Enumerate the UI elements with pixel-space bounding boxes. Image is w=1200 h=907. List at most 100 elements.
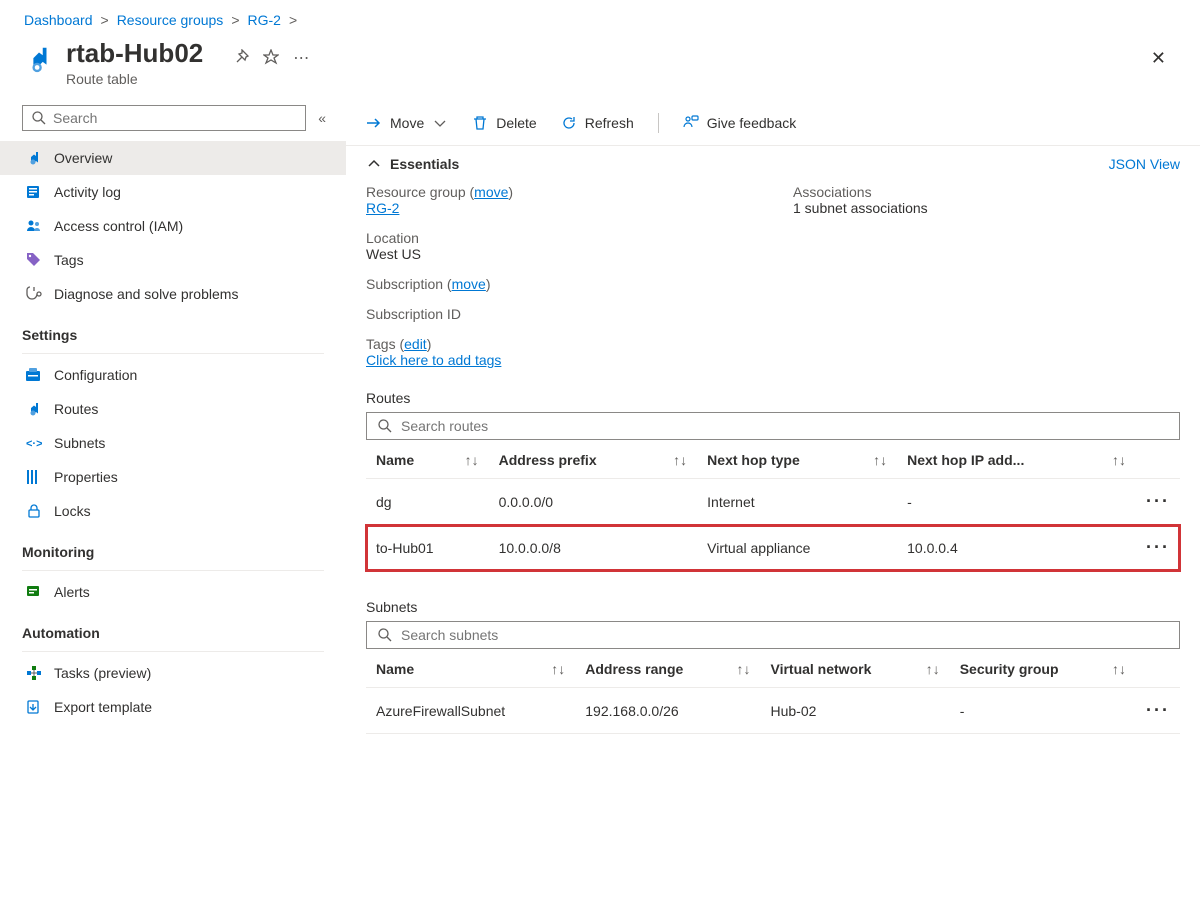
sidebar-item-label: Routes — [54, 401, 98, 417]
svg-text:<·>: <·> — [26, 438, 42, 450]
routes-col-hopip[interactable]: Next hop IP add...↑↓ — [897, 442, 1136, 479]
table-row[interactable]: dg 0.0.0.0/0 Internet - ··· — [366, 479, 1180, 525]
chevron-up-icon — [366, 156, 382, 172]
access-control-icon — [26, 218, 42, 234]
delete-button[interactable]: Delete — [472, 115, 536, 131]
sidebar-item-label: Diagnose and solve problems — [54, 286, 238, 302]
tasks-icon — [26, 665, 42, 681]
sidebar-search-input[interactable] — [53, 110, 297, 126]
overview-icon — [26, 150, 42, 166]
subnets-col-sg[interactable]: Security group↑↓ — [950, 651, 1136, 688]
sidebar-item-diagnose[interactable]: Diagnose and solve problems — [0, 277, 346, 311]
routes-col-prefix[interactable]: Address prefix↑↓ — [489, 442, 698, 479]
collapse-sidebar-icon[interactable]: « — [314, 106, 330, 130]
tags-icon — [26, 252, 42, 268]
breadcrumb: Dashboard > Resource groups > RG-2 > — [0, 0, 1200, 32]
chevron-right-icon: > — [289, 12, 297, 28]
sidebar-item-locks[interactable]: Locks — [0, 494, 346, 528]
sidebar-item-label: Configuration — [54, 367, 137, 383]
sidebar-item-label: Alerts — [54, 584, 90, 600]
subnets-search[interactable] — [366, 621, 1180, 649]
diagnose-icon — [26, 286, 42, 302]
row-menu-button[interactable]: ··· — [1136, 688, 1180, 734]
sidebar-item-label: Tasks (preview) — [54, 665, 151, 681]
sidebar-item-label: Subnets — [54, 435, 105, 451]
table-row[interactable]: AzureFirewallSubnet 192.168.0.0/26 Hub-0… — [366, 688, 1180, 734]
more-icon[interactable]: ⋯ — [293, 48, 309, 68]
sidebar-section-monitoring: Monitoring — [0, 528, 346, 566]
ess-value-location: West US — [366, 246, 753, 262]
sidebar-item-label: Properties — [54, 469, 118, 485]
alerts-icon — [26, 584, 42, 600]
ess-label-associations: Associations — [793, 184, 1180, 200]
move-link-2[interactable]: move — [452, 276, 486, 292]
routes-search[interactable] — [366, 412, 1180, 440]
sidebar-item-label: Activity log — [54, 184, 121, 200]
ess-label-location: Location — [366, 230, 753, 246]
sidebar-item-properties[interactable]: Properties — [0, 460, 346, 494]
sidebar-item-access-control[interactable]: Access control (IAM) — [0, 209, 346, 243]
sidebar-section-settings: Settings — [0, 311, 346, 349]
sidebar-item-tags[interactable]: Tags — [0, 243, 346, 277]
move-button[interactable]: Move — [366, 115, 448, 131]
routes-table: Name↑↓ Address prefix↑↓ Next hop type↑↓ … — [366, 442, 1180, 571]
json-view-link[interactable]: JSON View — [1109, 156, 1180, 172]
routes-col-hoptype[interactable]: Next hop type↑↓ — [697, 442, 897, 479]
breadcrumb-item-resource-groups[interactable]: Resource groups — [117, 12, 224, 28]
sidebar-item-tasks[interactable]: Tasks (preview) — [0, 656, 346, 690]
move-link[interactable]: move — [474, 184, 508, 200]
pin-icon[interactable] — [233, 49, 249, 68]
chevron-right-icon: > — [101, 12, 109, 28]
sidebar-item-overview[interactable]: Overview — [0, 141, 346, 175]
sidebar-search[interactable] — [22, 105, 306, 131]
breadcrumb-item-dashboard[interactable]: Dashboard — [24, 12, 93, 28]
subnets-col-vnet[interactable]: Virtual network↑↓ — [760, 651, 949, 688]
subnets-col-range[interactable]: Address range↑↓ — [575, 651, 760, 688]
sidebar-item-alerts[interactable]: Alerts — [0, 575, 346, 609]
page-subtitle: Route table — [66, 71, 203, 87]
sidebar-item-routes[interactable]: Routes — [0, 392, 346, 426]
subnets-heading: Subnets — [346, 589, 1200, 621]
sidebar-item-activity-log[interactable]: Activity log — [0, 175, 346, 209]
rg-link[interactable]: RG-2 — [366, 200, 399, 216]
add-tags-link[interactable]: Click here to add tags — [366, 352, 501, 368]
essentials-toggle[interactable]: Essentials — [366, 156, 459, 172]
subnets-search-input[interactable] — [401, 627, 1169, 643]
sidebar-item-label: Tags — [54, 252, 84, 268]
sidebar-item-label: Access control (IAM) — [54, 218, 183, 234]
sidebar-item-export-template[interactable]: Export template — [0, 690, 346, 724]
search-icon — [377, 627, 393, 643]
page-title: rtab-Hub02 — [66, 38, 203, 69]
sidebar-item-subnets[interactable]: <·> Subnets — [0, 426, 346, 460]
subnets-col-name[interactable]: Name↑↓ — [366, 651, 575, 688]
breadcrumb-item-rg2[interactable]: RG-2 — [248, 12, 281, 28]
properties-icon — [26, 469, 42, 485]
close-icon[interactable]: ✕ — [1141, 42, 1176, 75]
subnets-table: Name↑↓ Address range↑↓ Virtual network↑↓… — [366, 651, 1180, 734]
lock-icon — [26, 503, 42, 519]
feedback-button[interactable]: Give feedback — [683, 115, 797, 131]
ess-value-associations: 1 subnet associations — [793, 200, 1180, 216]
row-menu-button[interactable]: ··· — [1136, 525, 1180, 571]
sidebar-item-label: Export template — [54, 699, 152, 715]
routes-icon — [26, 401, 42, 417]
routes-search-input[interactable] — [401, 418, 1169, 434]
ess-label-subscription: Subscription (move) — [366, 276, 753, 292]
sidebar-item-label: Locks — [54, 503, 91, 519]
feedback-icon — [683, 115, 699, 131]
edit-tags-link[interactable]: edit — [404, 336, 427, 352]
sidebar: « Overview Activity log Access control (… — [0, 105, 346, 892]
sidebar-item-configuration[interactable]: Configuration — [0, 358, 346, 392]
star-icon[interactable] — [263, 49, 279, 68]
export-template-icon — [26, 699, 42, 715]
chevron-right-icon: > — [231, 12, 239, 28]
subnets-icon: <·> — [26, 435, 42, 451]
sidebar-item-label: Overview — [54, 150, 112, 166]
chevron-down-icon — [432, 115, 448, 131]
row-menu-button[interactable]: ··· — [1136, 479, 1180, 525]
route-table-icon — [24, 44, 54, 74]
search-icon — [377, 418, 393, 434]
table-row[interactable]: to-Hub01 10.0.0.0/8 Virtual appliance 10… — [366, 525, 1180, 571]
routes-col-name[interactable]: Name↑↓ — [366, 442, 489, 479]
refresh-button[interactable]: Refresh — [561, 115, 634, 131]
